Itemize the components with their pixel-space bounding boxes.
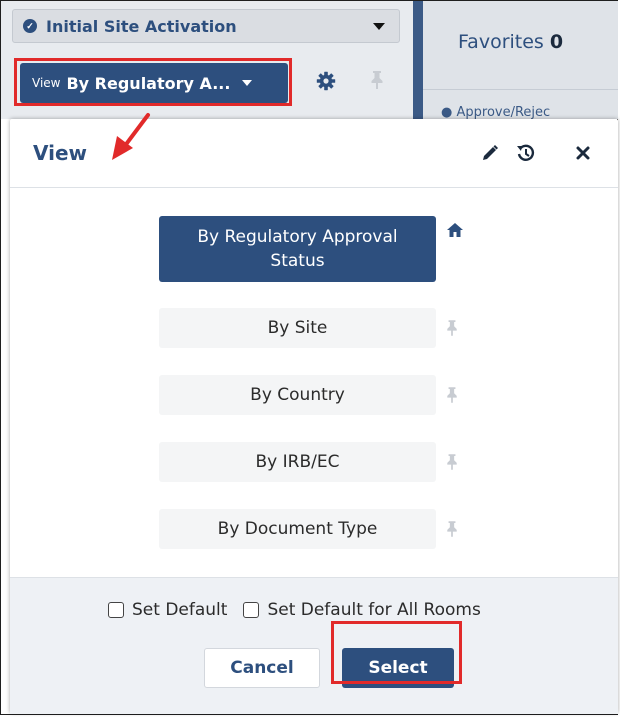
view-option-label: By IRB/EC xyxy=(255,452,340,472)
circle-icon: ● xyxy=(441,105,453,120)
pin-icon[interactable] xyxy=(446,520,458,543)
view-option-by-country[interactable]: By Country xyxy=(159,375,436,415)
modal-title: View xyxy=(33,141,88,165)
view-option-regulatory-approval-status[interactable]: By Regulatory Approval Status xyxy=(159,216,436,282)
favorites-item[interactable]: ● Approve/Rejec xyxy=(441,105,550,120)
highlight-box-select xyxy=(331,621,462,684)
panel-divider xyxy=(413,1,423,119)
favorites-panel: Favorites 0 ● Approve/Rejec xyxy=(423,1,618,120)
gear-icon[interactable] xyxy=(316,71,336,96)
view-option-label: By Country xyxy=(250,385,345,405)
workflow-dropdown[interactable]: ✓ Initial Site Activation xyxy=(12,9,400,43)
default-options-row: Set Default Set Default for All Rooms xyxy=(108,600,481,620)
view-option-label: By Regulatory Approval Status xyxy=(197,227,398,271)
set-default-label: Set Default xyxy=(132,600,228,620)
pin-icon[interactable] xyxy=(446,319,458,342)
view-option-by-irb-ec[interactable]: By IRB/EC xyxy=(159,442,436,482)
set-default-all-rooms-label: Set Default for All Rooms xyxy=(267,600,481,620)
favorites-item-label: Approve/Rejec xyxy=(456,105,551,120)
favorites-count: 0 xyxy=(549,31,564,53)
favorites-title[interactable]: Favorites 0 xyxy=(458,31,563,53)
view-option-label: By Document Type xyxy=(217,519,378,539)
home-icon[interactable] xyxy=(446,222,464,243)
highlight-box-view xyxy=(14,58,292,106)
pencil-icon[interactable] xyxy=(480,143,500,168)
history-icon[interactable] xyxy=(516,143,536,168)
close-icon[interactable] xyxy=(575,145,591,166)
cancel-button[interactable]: Cancel xyxy=(204,648,320,688)
view-option-label: By Site xyxy=(267,318,328,338)
pin-icon[interactable] xyxy=(370,70,384,95)
favorites-label: Favorites xyxy=(458,31,544,53)
workflow-label: Initial Site Activation xyxy=(46,16,237,36)
set-default-checkbox[interactable] xyxy=(108,602,124,618)
modal-header: View xyxy=(10,119,618,188)
set-default-all-rooms-checkbox[interactable] xyxy=(243,602,260,618)
pin-icon[interactable] xyxy=(446,386,458,409)
modal-footer: Set Default Set Default for All Rooms Ca… xyxy=(10,577,618,714)
view-option-by-site[interactable]: By Site xyxy=(159,308,436,348)
caret-down-icon xyxy=(373,23,385,30)
check-circle-icon: ✓ xyxy=(23,19,37,33)
view-modal: View By Regulatory Approval Status By Si… xyxy=(10,119,618,714)
favorites-separator xyxy=(423,89,618,90)
pin-icon[interactable] xyxy=(446,453,458,476)
view-option-by-document-type[interactable]: By Document Type xyxy=(159,509,436,549)
